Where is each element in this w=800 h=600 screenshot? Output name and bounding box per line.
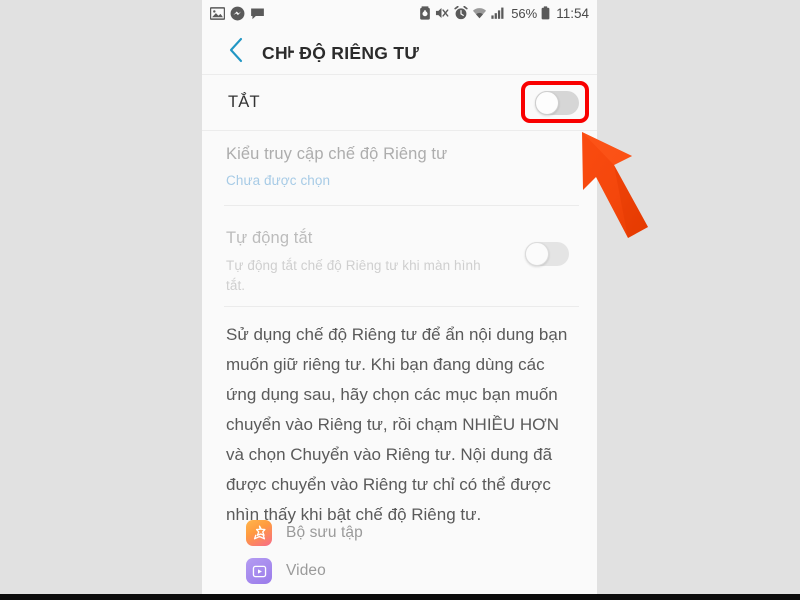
- auto-off-switch[interactable]: [525, 242, 569, 266]
- message-notification-icon: [250, 6, 265, 21]
- messenger-notification-icon: [230, 6, 245, 21]
- auto-off-row[interactable]: Tự động tắt Tự động tắt chế độ Riêng tư …: [202, 218, 597, 306]
- alarm-icon: [454, 6, 468, 20]
- signal-icon: [491, 6, 506, 20]
- list-item-label: Video: [286, 562, 326, 579]
- privacy-mode-description: Sử dụng chế độ Riêng tư để ẩn nội dung b…: [226, 325, 568, 524]
- power-saving-icon: [419, 6, 431, 20]
- back-button[interactable]: [216, 30, 256, 70]
- wifi-icon: [472, 6, 487, 20]
- auto-off-subtitle: Tự động tắt chế độ Riêng tư khi màn hình…: [226, 258, 481, 293]
- screenshot-canvas: 56% 11:54 CHᡰ ĐỘ RIÊNG TƯ TẮT Kiểu truy …: [0, 0, 800, 600]
- status-bar-system: 56% 11:54: [419, 6, 589, 21]
- clock-label: 11:54: [556, 5, 589, 21]
- gallery-app-icon: [246, 520, 272, 546]
- chevron-left-icon: [229, 37, 242, 63]
- status-bar: 56% 11:54: [202, 0, 597, 26]
- privacy-mode-switch[interactable]: [535, 91, 579, 115]
- status-bar-notifications: [210, 6, 265, 21]
- page-title: CHᡰ ĐỘ RIÊNG TƯ: [262, 43, 420, 63]
- list-item[interactable]: Video: [202, 552, 597, 590]
- list-item[interactable]: Bộ sưu tập: [202, 514, 597, 552]
- access-type-title: Kiểu truy cập chế độ Riêng tư: [226, 145, 448, 163]
- phone-screen: 56% 11:54 CHᡰ ĐỘ RIÊNG TƯ TẮT Kiểu truy …: [202, 0, 597, 594]
- access-type-subtitle: Chưa được chọn: [226, 173, 331, 188]
- title-bar: CHᡰ ĐỘ RIÊNG TƯ: [202, 26, 597, 74]
- auto-off-title: Tự động tắt: [226, 229, 313, 247]
- video-app-icon: [246, 558, 272, 584]
- supported-apps-list: Bộ sưu tập Video Samsu: [202, 514, 597, 594]
- battery-percent-label: 56%: [511, 5, 538, 21]
- access-type-row[interactable]: Kiểu truy cập chế độ Riêng tư Chưa được …: [202, 131, 597, 204]
- switch-knob: [525, 242, 549, 266]
- bottom-black-bar: [0, 594, 800, 600]
- switch-track: [535, 91, 579, 115]
- gallery-notification-icon: [210, 6, 225, 21]
- switch-track: [525, 242, 569, 266]
- switch-knob: [535, 91, 559, 115]
- privacy-mode-toggle-label: TẮT: [228, 93, 260, 111]
- vibrate-mute-icon: [435, 6, 450, 20]
- section-divider-3: [224, 306, 579, 307]
- battery-icon: [541, 6, 550, 20]
- list-item-label: Bộ sưu tập: [286, 524, 363, 541]
- section-divider-2: [224, 205, 579, 206]
